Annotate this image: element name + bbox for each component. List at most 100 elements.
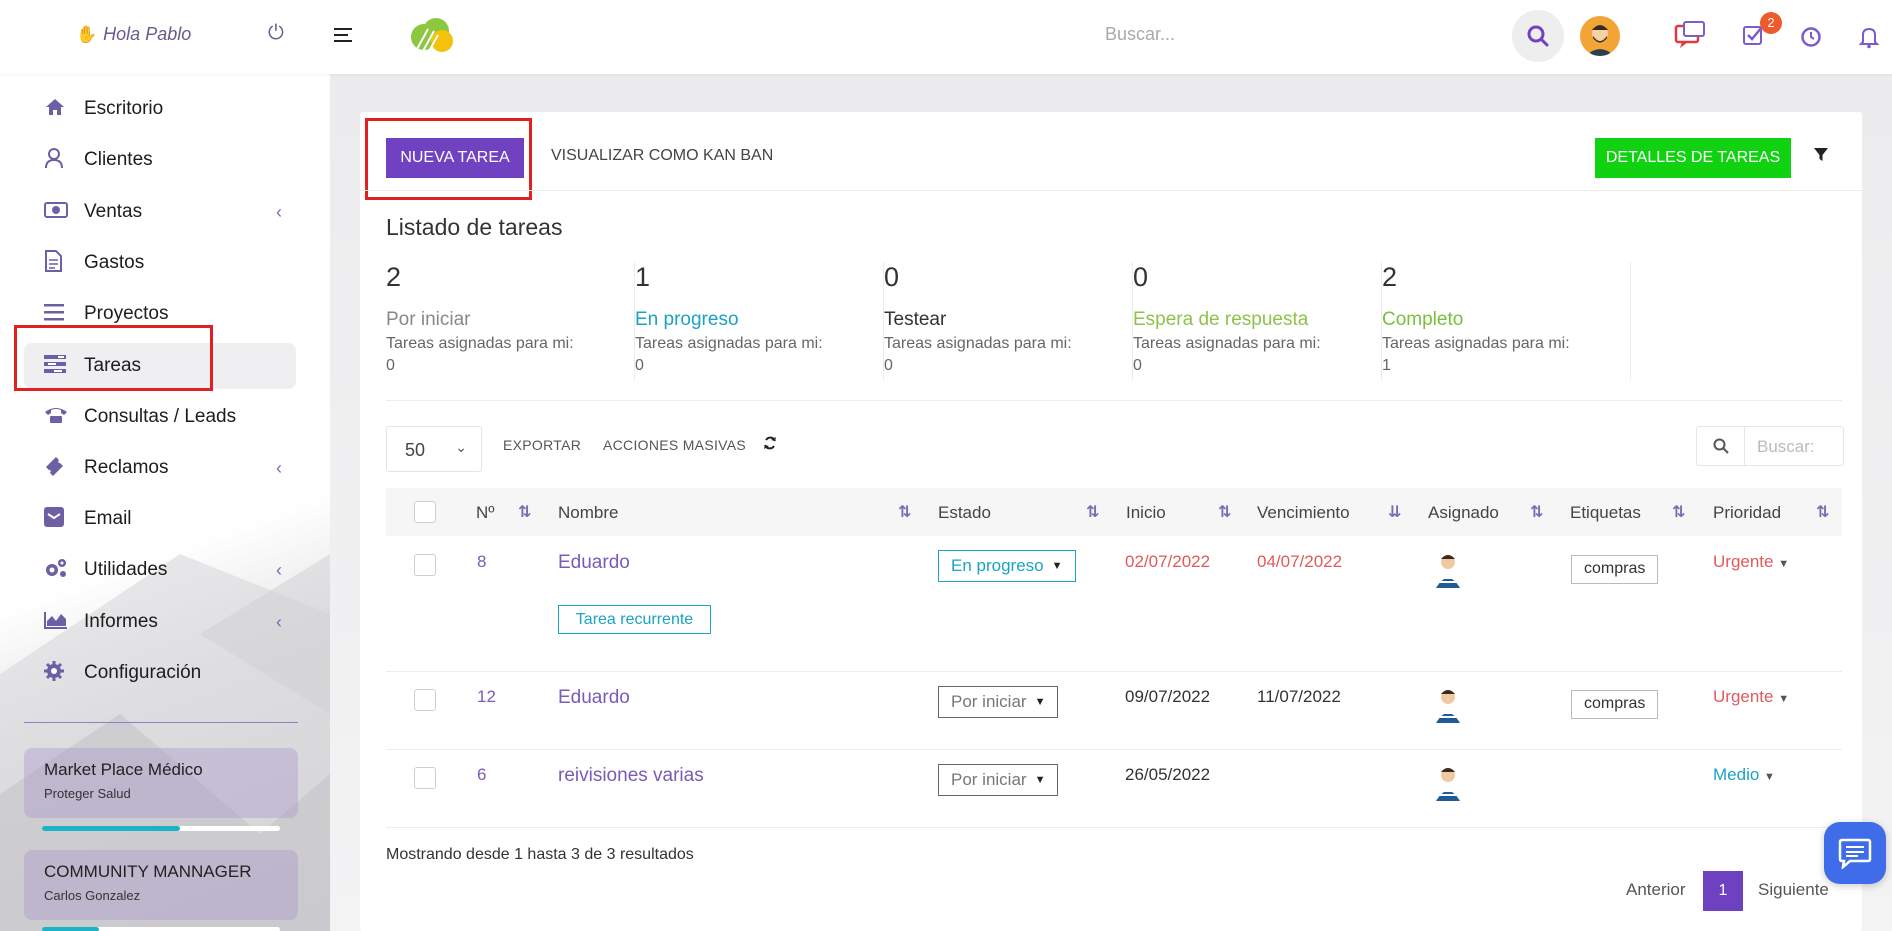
app-logo[interactable] [406,15,458,60]
project-title: COMMUNITY MANNAGER [44,862,252,881]
task-id[interactable]: 6 [477,765,486,785]
col-status[interactable]: Estado [938,503,991,523]
row-checkbox[interactable] [414,689,436,711]
sort-icon[interactable]: ⇅ [1816,502,1829,522]
sort-icon[interactable]: ⇅ [1530,502,1543,522]
sidebar-item-escritorio[interactable]: Escritorio [24,86,296,132]
stat-por-iniciar[interactable]: 2 Por iniciar Tareas asignadas para mi: … [386,262,635,380]
col-start[interactable]: Inicio [1126,503,1166,523]
sidebar-item-informes[interactable]: Informes ‹ [24,599,296,645]
status-dropdown[interactable]: Por iniciar ▼ [938,686,1059,718]
task-name[interactable]: Eduardo [558,552,630,574]
sort-icon[interactable]: ⇅ [1218,502,1231,522]
stat-testear[interactable]: 0 Testear Tareas asignadas para mi: 0 [884,262,1133,380]
project-client: Proteger Salud [44,786,131,801]
priority-value: Urgente [1713,687,1774,706]
table-search[interactable]: Buscar: [1696,426,1844,466]
gear-icon [24,660,84,686]
envelope-icon [24,506,84,532]
sidebar-item-reclamos[interactable]: Reclamos ‹ [24,445,296,491]
start-date: 26/05/2022 [1125,765,1211,784]
task-name[interactable]: Eduardo [558,687,630,709]
power-icon[interactable]: ⏻ [268,22,284,45]
bulk-actions-button[interactable]: ACCIONES MASIVAS [603,437,746,453]
file-icon [24,249,84,277]
stat-espera-respuesta[interactable]: 0 Espera de respuesta Tareas asignadas p… [1133,262,1382,380]
col-assigned[interactable]: Asignado [1428,503,1499,523]
stats-divider [386,400,1842,401]
top-bar: ✋ Hola Pablo ⏻ Buscar... 2 [0,0,1892,74]
row-checkbox[interactable] [414,554,436,576]
sidebar-item-gastos[interactable]: Gastos [24,240,296,286]
kanban-view-link[interactable]: VISUALIZAR COMO KAN BAN [551,147,773,165]
stat-label: Completo [1382,309,1464,330]
recurring-badge: Tarea recurrente [558,605,711,634]
table-search-input[interactable]: Buscar: [1745,427,1827,465]
task-name[interactable]: reivisiones varias [558,765,704,787]
sort-icon[interactable]: ⇅ [518,502,531,522]
filter-icon[interactable] [1814,148,1828,167]
sidebar-item-utilidades[interactable]: Utilidades ‹ [24,547,296,593]
col-priority[interactable]: Prioridad [1713,503,1781,523]
assignee-avatar[interactable] [1428,761,1468,801]
ticket-icon [24,455,84,482]
sidebar-item-proyectos[interactable]: Proyectos [24,291,296,337]
sidebar-item-label: Informes [84,611,158,632]
sidebar-item-consultas-leads[interactable]: Consultas / Leads [24,394,296,440]
sidebar-item-configuracion[interactable]: Configuración [24,650,296,696]
priority-dropdown[interactable]: Urgente ▼ [1713,687,1789,707]
chevron-left-icon: ‹ [276,559,282,580]
sort-desc-icon[interactable]: ⇊ [1388,502,1401,522]
project-card[interactable]: COMMUNITY MANNAGER Carlos Gonzalez [24,850,298,920]
stat-mine: 1 [1382,357,1391,374]
global-search-input[interactable]: Buscar... [1105,24,1175,45]
bell-icon[interactable] [1858,25,1880,55]
prev-page-button[interactable]: Anterior [1626,880,1686,900]
search-button[interactable] [1512,10,1564,62]
sidebar-item-email[interactable]: Email [24,496,296,542]
status-dropdown[interactable]: Por iniciar ▼ [938,764,1059,796]
priority-dropdown[interactable]: Medio ▼ [1713,765,1775,785]
col-name[interactable]: Nombre [558,503,618,523]
page-size-select[interactable]: 50 ⌄ [386,426,482,472]
sidebar-item-tareas[interactable]: Tareas [24,343,296,389]
area-chart-icon [24,611,84,634]
refresh-icon[interactable] [763,436,777,453]
menu-toggle-icon[interactable] [334,28,352,46]
project-progress [42,826,280,831]
row-checkbox[interactable] [414,767,436,789]
project-card[interactable]: Market Place Médico Proteger Salud [24,748,298,818]
chat-announcements-icon[interactable] [1674,20,1706,56]
priority-dropdown[interactable]: Urgente ▼ [1713,552,1789,572]
stat-sub: Tareas asignadas para mi: [884,335,1072,352]
col-tags[interactable]: Etiquetas [1570,503,1641,523]
clock-icon[interactable] [1800,26,1822,54]
task-id[interactable]: 12 [477,687,496,707]
list-title: Listado de tareas [386,214,563,240]
sort-icon[interactable]: ⇅ [898,502,911,522]
chat-button[interactable] [1824,822,1886,884]
status-dropdown[interactable]: En progreso ▼ [938,550,1076,582]
sort-icon[interactable]: ⇅ [1672,502,1685,522]
next-page-button[interactable]: Siguiente [1758,880,1829,900]
export-button[interactable]: EXPORTAR [503,437,581,453]
stat-completo[interactable]: 2 Completo Tareas asignadas para mi: 1 [1382,262,1631,380]
assignee-avatar[interactable] [1428,683,1468,723]
col-due[interactable]: Vencimiento [1257,503,1350,523]
sidebar-item-ventas[interactable]: Ventas ‹ [24,189,296,235]
col-num[interactable]: Nº [476,503,495,523]
due-date: 04/07/2022 [1257,552,1343,571]
stat-en-progreso[interactable]: 1 En progreso Tareas asignadas para mi: … [635,262,884,380]
stat-mine: 0 [1133,357,1142,374]
task-id[interactable]: 8 [477,552,486,572]
task-details-button[interactable]: DETALLES DE TAREAS [1595,138,1791,178]
user-avatar[interactable] [1580,16,1620,56]
new-task-button[interactable]: NUEVA TAREA [386,138,524,178]
sidebar-item-clientes[interactable]: Clientes [24,137,296,183]
chevron-left-icon: ‹ [276,457,282,478]
page-number-button[interactable]: 1 [1703,871,1743,911]
sort-icon[interactable]: ⇅ [1086,502,1099,522]
assignee-avatar[interactable] [1428,548,1468,588]
sidebar-divider [24,722,298,723]
select-all-checkbox[interactable] [414,501,436,523]
